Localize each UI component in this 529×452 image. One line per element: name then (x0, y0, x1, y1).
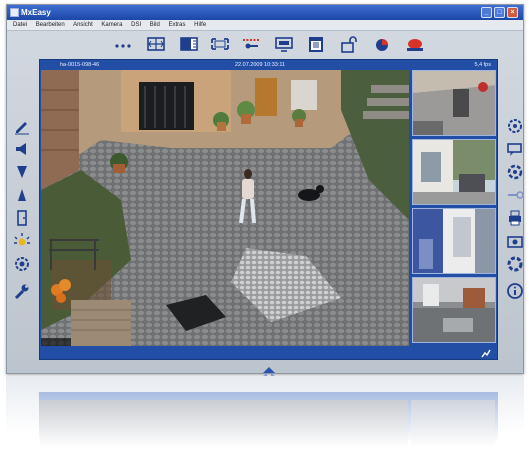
camera-timestamp: 22.07.2009 10:33:11 (235, 62, 286, 68)
settings-gear-icon[interactable] (12, 254, 32, 274)
pen-icon[interactable] (12, 116, 32, 136)
camera-icon[interactable] (505, 231, 525, 251)
menu-help[interactable]: Hilfe (194, 22, 206, 28)
window-reflection (6, 376, 524, 452)
reflection-thumbnails (411, 400, 495, 452)
expand-icon[interactable] (481, 348, 491, 358)
calendar-icon[interactable] (305, 34, 327, 54)
more-dots-icon[interactable] (112, 34, 134, 54)
comment-icon[interactable] (505, 139, 525, 159)
target-icon[interactable] (505, 162, 525, 182)
menu-camera[interactable]: Kamera (101, 22, 122, 28)
thumbnail-4[interactable] (412, 277, 496, 343)
thumbnail-2[interactable] (412, 139, 496, 205)
record-icon[interactable] (240, 34, 262, 54)
reflection-image (40, 400, 408, 452)
up-arrow-icon[interactable] (12, 185, 32, 205)
arrow-right-icon[interactable] (505, 185, 525, 205)
down-arrow-icon[interactable] (12, 162, 32, 182)
monitor-icon[interactable] (273, 34, 295, 54)
menu-image[interactable]: Bild (150, 22, 160, 28)
menu-view[interactable]: Ansicht (73, 22, 93, 28)
camera-view-panel: ha-0015-098-46 22.07.2009 10:33:11 5,4 f… (39, 59, 498, 360)
wrench-icon[interactable] (12, 281, 32, 301)
light-icon[interactable] (12, 231, 32, 251)
fullscreen-icon[interactable] (209, 34, 231, 54)
info-icon[interactable] (505, 281, 525, 301)
menu-extras[interactable]: Extras (168, 22, 185, 28)
print-icon[interactable] (505, 208, 525, 228)
speaker-icon[interactable] (12, 139, 32, 159)
thumbnail-3[interactable] (412, 208, 496, 274)
pie-icon[interactable] (371, 34, 393, 54)
gear-icon[interactable] (505, 116, 525, 136)
thumbnail-1[interactable] (412, 70, 496, 136)
screen: MxEasy _ □ × Datei Bearbeiten Ansicht Ka… (0, 0, 529, 452)
lock-icon[interactable] (338, 34, 360, 54)
camera-info-bar: ha-0015-098-46 22.07.2009 10:33:11 5,4 f… (40, 60, 497, 70)
reflection-view (39, 392, 498, 452)
minimize-button[interactable]: _ (481, 7, 492, 18)
menu-bar: Datei Bearbeiten Ansicht Kamera DSI Bild… (7, 20, 523, 31)
camera-fps: 5,4 fps (474, 62, 491, 68)
camera-name: ha-0015-098-46 (60, 62, 100, 68)
menu-dsi[interactable]: DSI (131, 22, 141, 28)
door-icon[interactable] (12, 208, 32, 228)
layout-switch-icon[interactable] (145, 34, 167, 54)
menu-edit[interactable]: Bearbeiten (36, 22, 65, 28)
main-camera-image[interactable] (41, 70, 409, 346)
lifebuoy-icon[interactable] (505, 254, 525, 274)
thumbnail-strip (412, 70, 496, 346)
split-view-icon[interactable] (178, 34, 200, 54)
maximize-button[interactable]: □ (494, 7, 505, 18)
menu-file[interactable]: Datei (13, 22, 27, 28)
window-title: MxEasy (21, 8, 51, 17)
alarm-icon[interactable] (404, 34, 426, 54)
app-icon (10, 8, 19, 17)
title-bar: MxEasy _ □ × (7, 5, 523, 20)
close-button[interactable]: × (507, 7, 518, 18)
camera-footer-bar (40, 347, 497, 359)
